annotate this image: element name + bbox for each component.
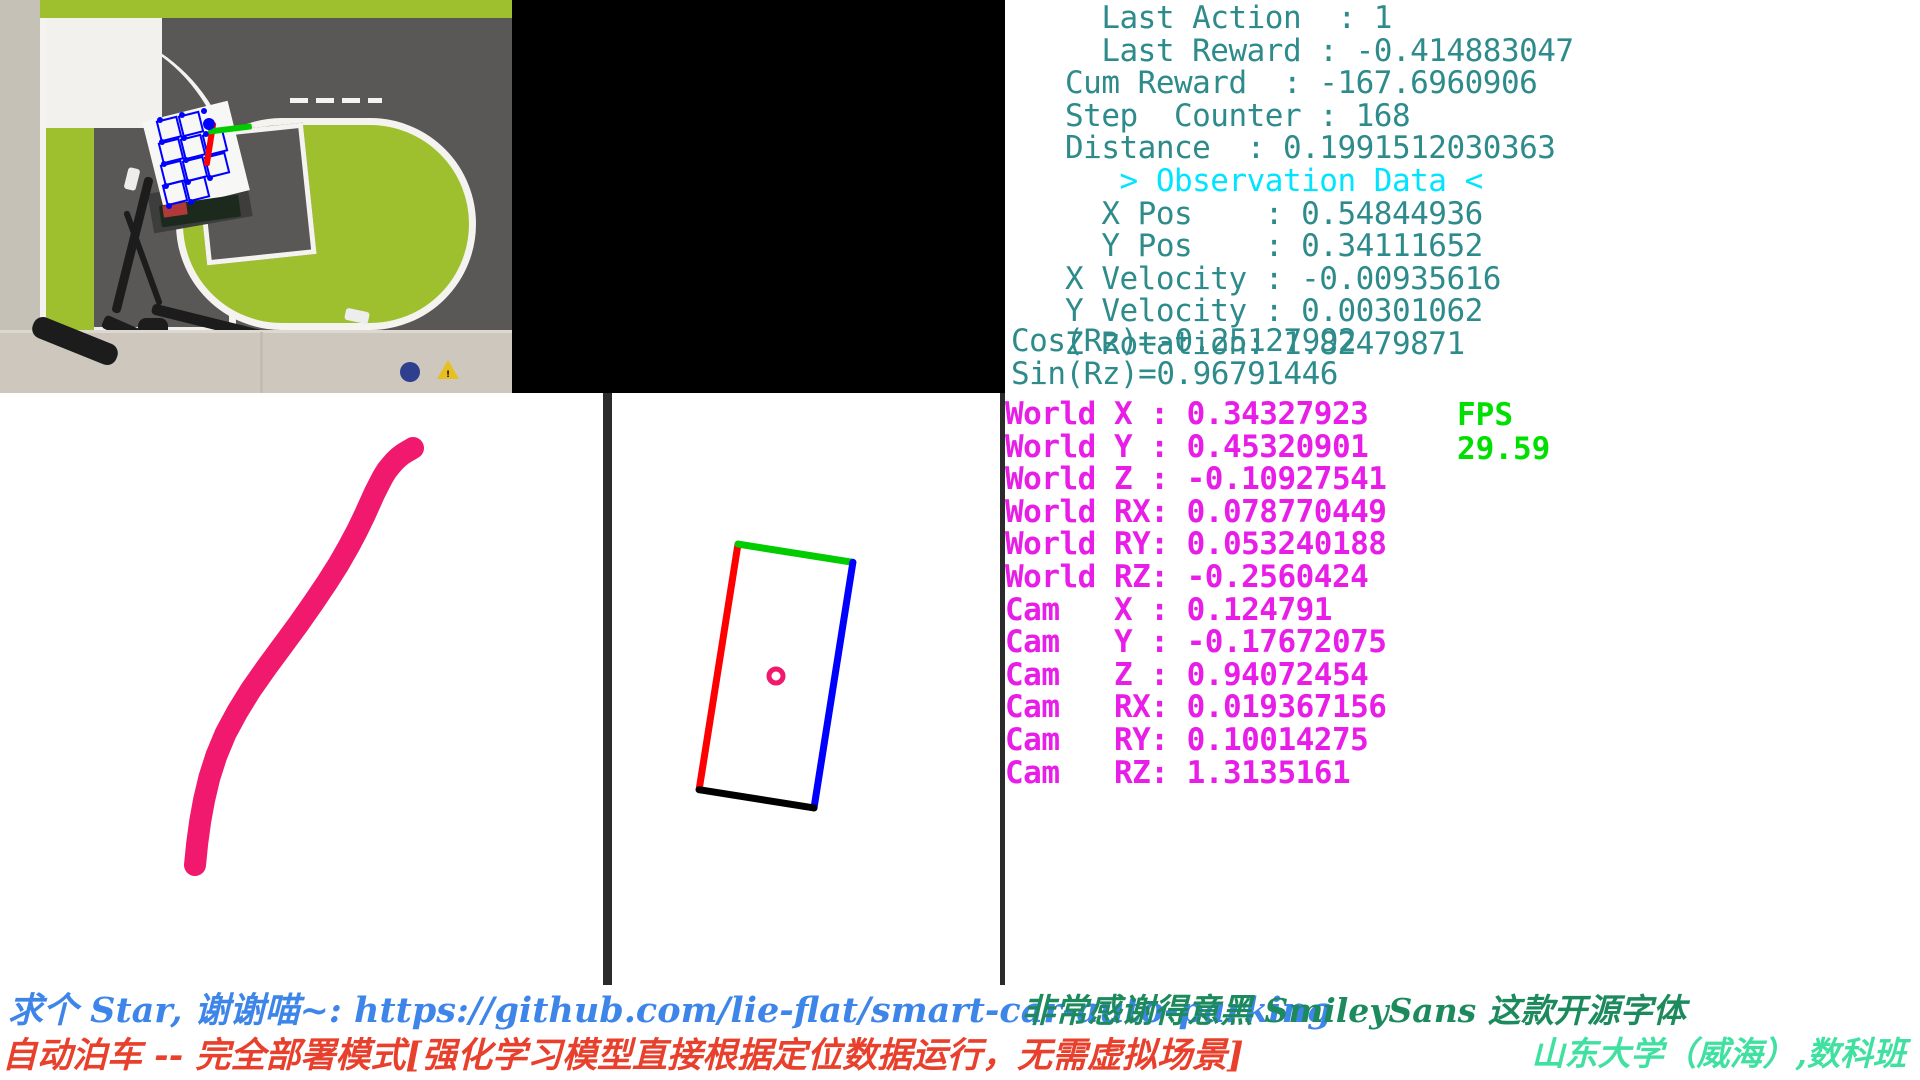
observation-data-header: > Observation Data < <box>1065 162 1483 199</box>
trig-text-block: Cos(Rz)=-0.25127992 Sin(Rz)=0.96791446 <box>1011 323 1357 392</box>
lane-dash <box>290 98 308 103</box>
lane-dash <box>316 98 334 103</box>
pose-axis-origin <box>203 118 215 130</box>
floor-tile-line <box>260 332 263 393</box>
aruco-corner-point <box>201 108 207 114</box>
fps-indicator: FPS 29.59 <box>1457 398 1550 466</box>
footer-bar: 求个 Star, 谢谢喵~: https://github.com/lie-fl… <box>0 985 1920 1080</box>
aruco-corner-point <box>181 135 187 141</box>
aruco-corner-point <box>161 161 167 167</box>
aruco-corner-point <box>188 199 194 205</box>
virtual-scene-panel <box>512 0 1005 393</box>
pose-row-world-rx: World RX: 0.078770449 <box>1005 493 1387 530</box>
trajectory-plot-svg <box>184 437 424 876</box>
fps-value: 29.59 <box>1457 431 1551 467</box>
app-root: ! Last Action : 1 Last Reward : -0.41488… <box>0 0 1920 1080</box>
vehicle-edge-right <box>810 558 857 812</box>
fps-label: FPS <box>1457 397 1513 433</box>
footer-affiliation: 山东大学（威海）,数科班 <box>1531 1034 1907 1073</box>
status-line-last-reward: Last Reward : -0.414883047 <box>1065 32 1574 69</box>
aruco-corner-point <box>207 175 213 181</box>
lane-dash <box>368 98 382 103</box>
aruco-corner-point <box>185 179 191 185</box>
aruco-corner-point <box>157 117 163 123</box>
vehicle-pose-svg <box>695 540 857 812</box>
floor-sticker <box>400 362 420 382</box>
aruco-corner-point <box>159 139 165 145</box>
pose-row-cam-y: Cam Y : -0.17672075 <box>1005 624 1387 661</box>
obs-line-y-pos: Y Pos : 0.34111652 <box>1065 228 1483 265</box>
pose-readout-panel: World X : 0.34327923 World Y : 0.4532090… <box>1005 393 1920 985</box>
panel-divider-left <box>603 393 612 985</box>
status-line-distance: Distance : 0.1991512030363 <box>1065 130 1556 167</box>
aruco-corner-point <box>163 183 169 189</box>
aruco-corner-point <box>166 203 172 209</box>
pose-row-world-y: World Y : 0.45320901 <box>1005 428 1369 465</box>
vehicle-rectangle <box>695 540 857 812</box>
trig-line-cos: Cos(Rz)=-0.25127992 <box>1011 323 1357 359</box>
pose-text-block: World X : 0.34327923 World Y : 0.4532090… <box>1005 396 1387 791</box>
aruco-corner-point <box>179 112 185 118</box>
pose-row-cam-rx: Cam RX: 0.019367156 <box>1005 689 1387 726</box>
trajectory-polyline <box>184 437 424 876</box>
trajectory-plot-panel <box>0 393 603 985</box>
vehicle-center-marker <box>766 666 786 686</box>
vehicle-edge-left <box>695 540 742 794</box>
vehicle-edge-front <box>734 540 857 566</box>
footer-font-credit: 非常感谢得意黑 SmileySans 这款开源字体 <box>1022 991 1686 1030</box>
vehicle-edge-rear <box>695 786 818 812</box>
camera-feed-panel: ! <box>0 0 512 393</box>
poster-top-green-band <box>40 0 512 18</box>
pose-row-world-ry: World RY: 0.053240188 <box>1005 526 1387 563</box>
poster-left-green <box>46 128 94 333</box>
pose-row-world-x: World X : 0.34327923 <box>1005 396 1369 432</box>
lane-dash <box>342 98 360 103</box>
top-row: ! Last Action : 1 Last Reward : -0.41488… <box>0 0 1920 393</box>
obs-line-x-pos: X Pos : 0.54844936 <box>1065 195 1483 232</box>
poster-left-edge <box>40 18 46 338</box>
status-panel: Last Action : 1 Last Reward : -0.4148830… <box>1005 0 1920 393</box>
vehicle-pose-panel <box>612 393 1000 985</box>
footer-mode-description: 自动泊车 -- 完全部署模式[强化学习模型直接根据定位数据运行，无需虚拟场景] <box>2 1035 1244 1076</box>
status-line-step-counter: Step Counter : 168 <box>1065 97 1411 134</box>
pose-row-cam-rz: Cam RZ: 1.3135161 <box>1005 754 1351 791</box>
trig-line-sin: Sin(Rz)=0.96791446 <box>1011 355 1338 392</box>
status-line-cum-reward: Cum Reward : -167.6960906 <box>1065 65 1538 102</box>
obs-line-x-velocity: X Velocity : -0.00935616 <box>1065 260 1501 297</box>
pose-row-cam-x: Cam X : 0.124791 <box>1005 591 1332 628</box>
status-line-last-action: Last Action : 1 <box>1065 0 1392 36</box>
status-text-block: Last Action : 1 Last Reward : -0.4148830… <box>1065 2 1574 361</box>
pose-row-cam-ry: Cam RY: 0.10014275 <box>1005 721 1369 758</box>
aruco-corner-point <box>183 157 189 163</box>
pose-row-world-z: World Z : -0.10927541 <box>1005 461 1387 498</box>
poster-white-corner <box>42 18 162 128</box>
pose-row-world-rz: World RZ: -0.2560424 <box>1005 558 1369 595</box>
camera-scene: ! <box>0 0 512 393</box>
pose-row-cam-z: Cam Z : 0.94072454 <box>1005 656 1369 693</box>
warning-triangle-glyph: ! <box>446 370 451 380</box>
